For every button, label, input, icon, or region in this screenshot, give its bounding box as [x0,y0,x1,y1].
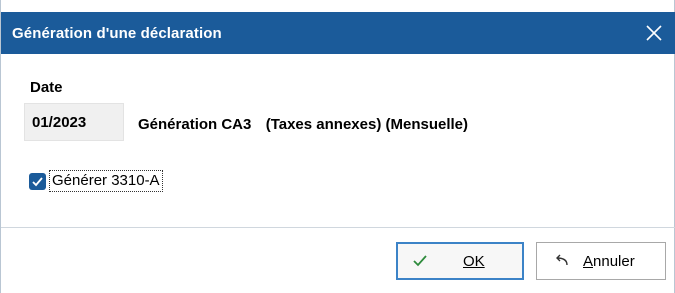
generation-title: Génération CA3 [138,116,252,133]
date-field[interactable]: 01/2023 [24,103,124,141]
dialog-title: Génération d'une déclaration [12,24,222,42]
cancel-button[interactable]: Annuler [536,242,666,280]
close-icon [646,25,662,41]
dialog-window: Génération d'une déclaration Date 01/202… [0,0,675,293]
cancel-label-rest: nnuler [593,252,635,270]
cancel-label: Annuler [583,253,635,270]
date-value: 01/2023 [32,113,87,131]
generation-period: (Mensuelle) [385,116,469,133]
generation-description: Génération CA3 (Taxes annexes) (Mensuell… [138,116,468,133]
checkmark-icon [32,176,43,186]
cancel-accesskey: A [583,252,594,270]
date-label: Date [30,79,63,96]
close-button[interactable] [642,21,666,45]
generate-3310a-option[interactable]: Générer 3310-A [29,170,163,192]
footer-separator [1,227,675,228]
ok-label: OK [463,252,485,270]
ok-button[interactable]: OK [396,242,524,280]
generation-detail: (Taxes annexes) [265,116,382,133]
title-bar: Génération d'une déclaration [1,12,675,54]
generate-3310a-checkbox[interactable] [29,172,46,190]
check-icon [412,255,428,267]
generate-3310a-label[interactable]: Générer 3310-A [49,170,163,192]
undo-arrow-icon [553,254,569,268]
